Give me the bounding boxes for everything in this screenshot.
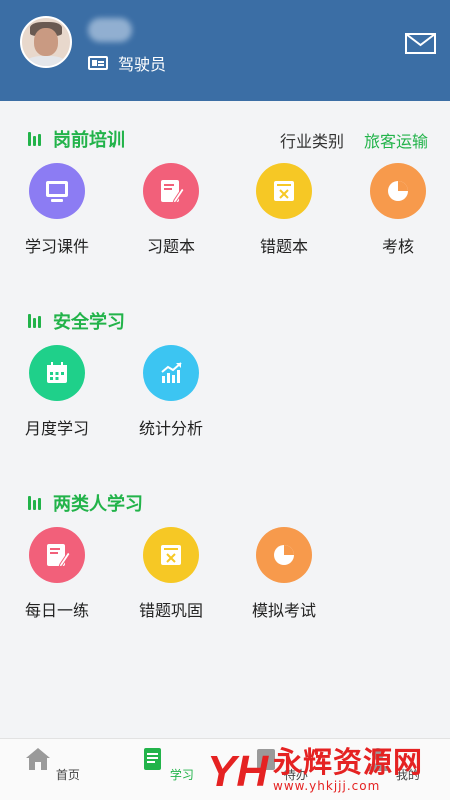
user-role: 驾驶员	[88, 52, 166, 74]
section-title-text: 两类人学习	[53, 494, 143, 515]
stats-chart-icon	[143, 345, 199, 401]
username-blurred	[88, 18, 132, 42]
industry-category[interactable]: 行业类别 旅客运输	[280, 128, 428, 152]
nav-home-label: 首页	[55, 768, 80, 782]
avatar-face	[34, 28, 58, 56]
item-label: 月度学习	[24, 419, 89, 438]
nav-study-label: 学习	[169, 768, 194, 782]
nav-study[interactable]: 学习	[136, 745, 196, 783]
avatar[interactable]	[20, 16, 72, 68]
item-label: 考核	[381, 237, 414, 256]
section-title-pre-job-training: 岗前培训	[28, 126, 125, 152]
item-statistics-analysis[interactable]: 统计分析	[121, 345, 221, 439]
title-bars-icon	[28, 496, 43, 510]
item-wrong-questions-review[interactable]: 错题巩固	[121, 527, 221, 621]
watermark-logo: YH	[207, 747, 269, 796]
item-monthly-study[interactable]: 月度学习	[7, 345, 107, 439]
role-label: 驾驶员	[118, 55, 167, 74]
title-bars-icon	[28, 314, 43, 328]
pie-chart-icon	[370, 163, 426, 219]
item-study-courseware[interactable]: 学习课件	[7, 163, 107, 257]
watermark-text: 永辉资源网 www.yhkjjj.com	[273, 745, 423, 793]
nav-home[interactable]: 首页	[22, 745, 82, 783]
home-icon	[26, 748, 51, 770]
profile-header: 驾驶员	[0, 0, 450, 101]
item-label: 每日一练	[24, 601, 89, 620]
id-card-icon	[88, 56, 108, 70]
wrong-book-icon	[143, 527, 199, 583]
item-mock-exam[interactable]: 模拟考试	[234, 527, 334, 621]
item-wrong-questions-book[interactable]: 错题本	[234, 163, 334, 257]
monitor-icon	[29, 163, 85, 219]
section-title-text: 岗前培训	[53, 130, 125, 151]
calendar-icon	[29, 345, 85, 401]
item-label: 错题巩固	[138, 601, 203, 620]
item-exercise-book[interactable]: 习题本	[121, 163, 221, 257]
watermark-title: 永辉资源网	[273, 745, 424, 779]
notebook-edit-icon	[143, 163, 199, 219]
item-label: 统计分析	[138, 419, 203, 438]
section-title-two-types-learning: 两类人学习	[28, 490, 143, 516]
item-label: 习题本	[146, 237, 195, 256]
mail-icon[interactable]	[405, 33, 436, 54]
category-value[interactable]: 旅客运输	[364, 128, 428, 152]
item-label: 学习课件	[24, 237, 89, 256]
section-title-text: 安全学习	[53, 312, 125, 333]
item-daily-practice[interactable]: 每日一练	[7, 527, 107, 621]
item-label: 模拟考试	[251, 601, 316, 620]
pie-chart-icon	[256, 527, 312, 583]
item-label: 错题本	[259, 237, 308, 256]
notebook-edit-icon	[29, 527, 85, 583]
avatar-shirt	[26, 56, 66, 66]
svg-text:YH: YH	[207, 747, 269, 796]
category-label: 行业类别	[279, 132, 344, 151]
watermark: YH 永辉资源网 www.yhkjjj.com	[205, 740, 435, 798]
title-bars-icon	[28, 132, 43, 146]
watermark-url: www.yhkjjj.com	[273, 779, 381, 793]
section-title-safety-learning: 安全学习	[28, 308, 125, 334]
wrong-book-icon	[256, 163, 312, 219]
item-assessment[interactable]: 考核	[348, 163, 448, 257]
book-icon	[144, 748, 162, 770]
